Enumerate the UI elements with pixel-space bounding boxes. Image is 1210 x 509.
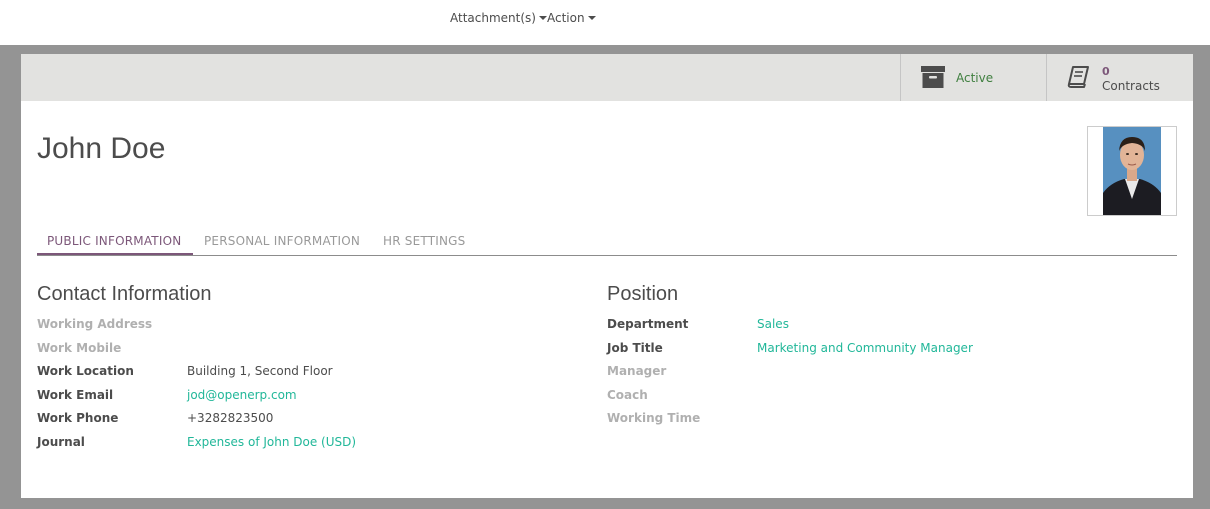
- tab-hr-settings[interactable]: HR SETTINGS: [383, 234, 465, 248]
- tab-public-information[interactable]: PUBLIC INFORMATION: [47, 234, 181, 248]
- active-tab-indicator: [37, 253, 193, 255]
- work-location-label: Work Location: [37, 364, 134, 378]
- notebook-tabs: PUBLIC INFORMATION PERSONAL INFORMATION …: [37, 228, 1177, 256]
- job-title-label: Job Title: [607, 341, 663, 355]
- work-phone-value[interactable]: +3282823500: [187, 411, 273, 425]
- action-label: Action: [547, 11, 585, 25]
- journal-link[interactable]: Expenses of John Doe (USD): [187, 435, 356, 449]
- coach-label: Coach: [607, 388, 648, 402]
- attachments-dropdown[interactable]: Attachment(s): [450, 11, 547, 25]
- archive-icon: [921, 66, 945, 92]
- position-title: Position: [607, 283, 679, 305]
- department-label: Department: [607, 317, 689, 331]
- button-box: Active 0 Contracts: [21, 54, 1193, 101]
- employee-name: John Doe: [37, 132, 166, 165]
- employee-photo-image: [1103, 127, 1161, 215]
- book-icon: [1067, 66, 1089, 92]
- contracts-label: Contracts: [1102, 79, 1160, 93]
- active-toggle-button[interactable]: Active: [900, 54, 1046, 101]
- manager-label: Manager: [607, 364, 667, 378]
- department-link[interactable]: Sales: [757, 317, 789, 331]
- contracts-count: 0: [1102, 65, 1110, 78]
- tab-personal-information[interactable]: PERSONAL INFORMATION: [204, 234, 360, 248]
- work-mobile-label: Work Mobile: [37, 341, 122, 355]
- work-email-label: Work Email: [37, 388, 114, 402]
- work-phone-label: Work Phone: [37, 411, 119, 425]
- form-sheet: Active 0 Contracts John Doe PUBLIC INFOR…: [21, 54, 1193, 498]
- journal-label: Journal: [37, 435, 85, 449]
- active-status-label: Active: [956, 71, 994, 85]
- work-email-link[interactable]: jod@openerp.com: [187, 388, 297, 402]
- working-time-label: Working Time: [607, 411, 701, 425]
- employee-photo[interactable]: [1087, 126, 1177, 216]
- working-address-label: Working Address: [37, 317, 153, 331]
- contact-information-title: Contact Information: [37, 283, 212, 305]
- action-dropdown[interactable]: Action: [547, 11, 596, 25]
- caret-down-icon: [538, 15, 547, 20]
- attachments-label: Attachment(s): [450, 11, 536, 25]
- work-location-value[interactable]: Building 1, Second Floor: [187, 364, 333, 378]
- control-panel: Attachment(s) Action: [0, 0, 1210, 45]
- job-title-link[interactable]: Marketing and Community Manager: [757, 341, 973, 355]
- caret-down-icon: [587, 15, 596, 20]
- contracts-button[interactable]: 0 Contracts: [1046, 54, 1194, 101]
